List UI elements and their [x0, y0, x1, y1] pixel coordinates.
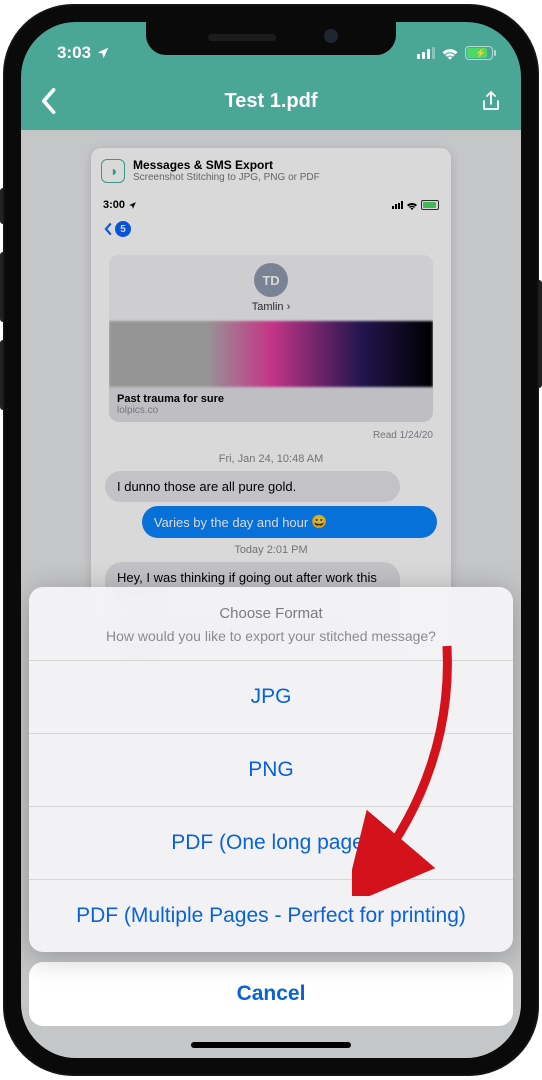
phone-frame: 3:03 ⚡ Test 1.pdf ◑ Messages & SMS Expor… — [3, 4, 539, 1076]
action-sheet-title: Choose Format — [47, 605, 495, 622]
action-sheet-container: Choose Format How would you like to expo… — [21, 22, 521, 1058]
action-sheet-message: How would you like to export your stitch… — [47, 628, 495, 644]
option-png[interactable]: PNG — [29, 734, 513, 807]
option-pdf-long[interactable]: PDF (One long page) — [29, 807, 513, 880]
option-jpg[interactable]: JPG — [29, 661, 513, 734]
action-sheet-header: Choose Format How would you like to expo… — [29, 587, 513, 661]
home-indicator[interactable] — [191, 1042, 351, 1048]
option-pdf-multi[interactable]: PDF (Multiple Pages - Perfect for printi… — [29, 880, 513, 952]
action-sheet: Choose Format How would you like to expo… — [29, 587, 513, 952]
cancel-button[interactable]: Cancel — [29, 962, 513, 1026]
screen: 3:03 ⚡ Test 1.pdf ◑ Messages & SMS Expor… — [21, 22, 521, 1058]
